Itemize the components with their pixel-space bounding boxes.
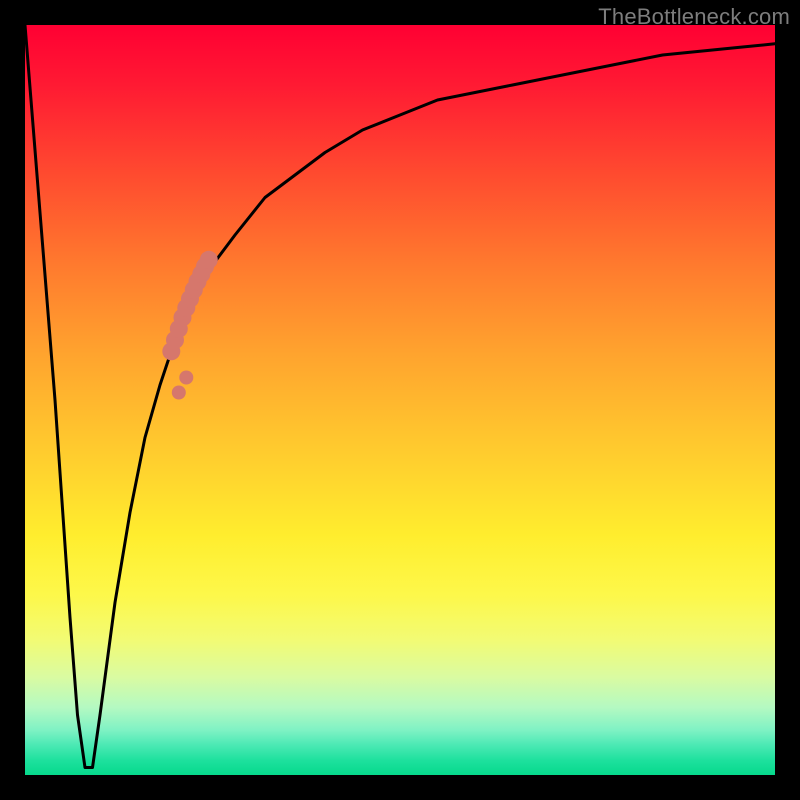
highlight-marker — [200, 251, 218, 269]
highlighted-marker-group — [162, 251, 218, 400]
chart-svg-layer — [25, 25, 775, 775]
attribution-text: TheBottleneck.com — [598, 4, 790, 30]
bottleneck-curve-line — [25, 25, 775, 768]
highlight-marker — [172, 386, 186, 400]
highlight-marker — [179, 371, 193, 385]
chart-frame: TheBottleneck.com — [0, 0, 800, 800]
